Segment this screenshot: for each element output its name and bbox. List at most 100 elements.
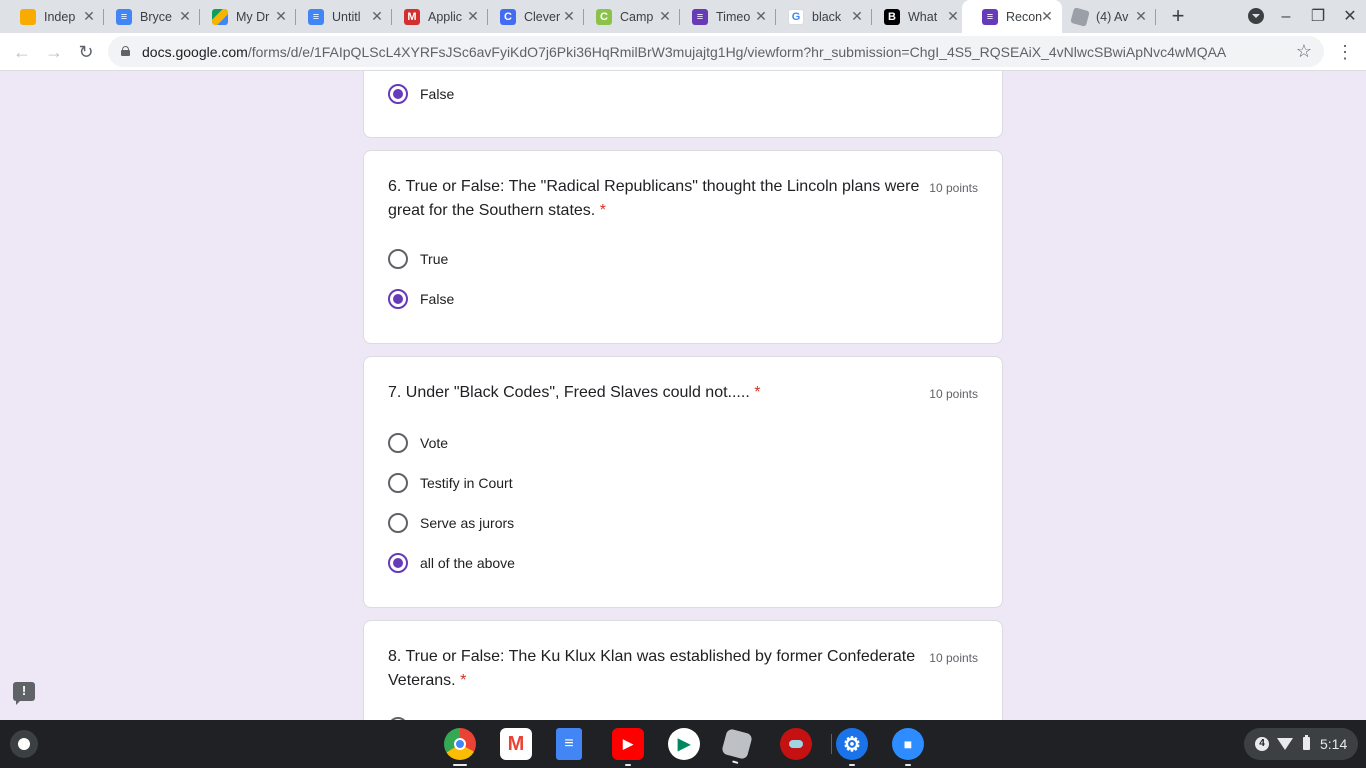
google-docs-icon: ≡ <box>308 8 324 25</box>
url-text[interactable]: docs.google.com/forms/d/e/1FAIpQLScL4XYR… <box>142 44 1226 60</box>
google-docs-icon[interactable]: ≡ <box>556 728 582 760</box>
tab-strip: Indep ✕ ≡ Bryce ✕ My Dr ✕ ≡ Untitl ✕ M A… <box>0 0 1366 33</box>
gmail-icon[interactable]: M <box>500 728 532 760</box>
shelf-separator <box>831 734 832 754</box>
close-icon[interactable]: ✕ <box>178 9 192 23</box>
points-label: 10 points <box>929 181 978 195</box>
tab-clever[interactable]: C Clever ✕ <box>480 0 584 33</box>
radio-button[interactable] <box>388 433 408 453</box>
back-icon[interactable]: ← <box>10 40 34 64</box>
radio-button[interactable] <box>388 249 408 269</box>
radio-button-checked[interactable] <box>388 553 408 573</box>
address-bar[interactable]: docs.google.com/forms/d/e/1FAIpQLScL4XYR… <box>108 36 1324 67</box>
notification-count-badge[interactable]: 4 <box>1255 737 1269 751</box>
tab-title: Clever <box>524 9 561 24</box>
radio-option-jurors[interactable]: Serve as jurors <box>388 513 514 533</box>
tab-applic[interactable]: M Applic ✕ <box>384 0 488 33</box>
tab-title: Untitl <box>332 9 361 24</box>
google-drive-icon <box>212 8 228 25</box>
url-host: docs.google.com <box>142 44 248 60</box>
tab-title: Indep <box>44 9 76 24</box>
roblox-icon <box>1070 6 1090 27</box>
option-label: False <box>420 86 455 102</box>
question-card-6: 6. True or False: The "Radical Republica… <box>363 150 1003 344</box>
clock-time: 5:14 <box>1320 736 1348 752</box>
required-marker: * <box>460 672 467 689</box>
question-title: 8. True or False: The Ku Klux Klan was e… <box>388 645 924 693</box>
menu-icon[interactable]: ⋮ <box>1336 42 1354 62</box>
tab-recon-active[interactable]: ≡ Recon ✕ <box>962 0 1062 33</box>
url-path: /forms/d/e/1FAIpQLScL4XYRFsJSc6avFyiKdO7… <box>247 44 1227 60</box>
forward-icon[interactable]: → <box>42 40 66 64</box>
launcher-icon[interactable] <box>10 730 38 758</box>
question-text: 6. True or False: The "Radical Republica… <box>388 178 920 219</box>
play-store-icon[interactable]: ▶ <box>668 728 700 760</box>
status-tray[interactable]: 4 5:14 <box>1244 728 1358 760</box>
close-icon[interactable]: ✕ <box>946 9 960 23</box>
option-label: Vote <box>420 435 449 451</box>
campus-icon: C <box>596 8 612 25</box>
tab-title: black <box>812 9 842 24</box>
tab-what[interactable]: B What ✕ <box>864 0 968 33</box>
tab-title: Camp <box>620 9 654 24</box>
tab-roblox[interactable]: (4) Av ✕ <box>1052 0 1156 33</box>
close-icon[interactable]: ✕ <box>274 9 288 23</box>
among-us-icon[interactable] <box>780 728 812 760</box>
radio-option-testify[interactable]: Testify in Court <box>388 473 513 493</box>
form-page: False 6. True or False: The "Radical Rep… <box>0 71 1366 720</box>
close-icon[interactable]: ✕ <box>850 9 864 23</box>
radio-button[interactable] <box>388 513 408 533</box>
radio-option-false[interactable]: False <box>388 84 454 104</box>
youtube-icon[interactable]: ▶ <box>612 728 644 766</box>
question-card-8: 8. True or False: The Ku Klux Klan was e… <box>363 620 1003 720</box>
google-docs-icon: ≡ <box>116 8 132 25</box>
settings-icon[interactable]: ⚙ <box>836 728 868 766</box>
radio-button-checked[interactable] <box>388 84 408 104</box>
radio-option-all[interactable]: all of the above <box>388 553 515 573</box>
radio-button-checked[interactable] <box>388 289 408 309</box>
lock-icon <box>121 46 130 56</box>
required-marker: * <box>754 384 761 401</box>
option-label: Serve as jurors <box>420 515 515 531</box>
option-label: False <box>420 291 455 307</box>
tab-untitled[interactable]: ≡ Untitl ✕ <box>288 0 392 33</box>
zoom-icon[interactable]: ■ <box>892 728 924 766</box>
close-window-icon[interactable]: ✕ <box>1340 7 1360 27</box>
wifi-icon <box>1277 738 1293 750</box>
close-icon[interactable]: ✕ <box>562 9 576 23</box>
tab-search-icon[interactable] <box>1248 8 1264 24</box>
question-card-partial: False <box>363 71 1003 138</box>
question-card-7: 7. Under "Black Codes", Freed Slaves cou… <box>363 356 1003 608</box>
radio-option-true[interactable]: True <box>388 249 448 269</box>
close-icon[interactable]: ✕ <box>1134 9 1148 23</box>
question-text: 7. Under "Black Codes", Freed Slaves cou… <box>388 384 750 401</box>
roblox-icon[interactable] <box>721 728 753 764</box>
required-marker: * <box>599 202 606 219</box>
browser-toolbar: ← → ↻ docs.google.com/forms/d/e/1FAIpQLS… <box>0 33 1366 71</box>
tab-my-drive[interactable]: My Dr ✕ <box>192 0 296 33</box>
bookmark-star-icon[interactable]: ☆ <box>1294 41 1314 61</box>
radio-option-vote[interactable]: Vote <box>388 433 448 453</box>
minimize-icon[interactable]: – <box>1276 7 1296 27</box>
radio-option-false[interactable]: False <box>388 289 454 309</box>
tab-camp[interactable]: C Camp ✕ <box>576 0 680 33</box>
points-label: 10 points <box>929 651 978 665</box>
reload-icon[interactable]: ↻ <box>74 40 98 64</box>
tab-timeo[interactable]: ≡ Timeo ✕ <box>672 0 776 33</box>
close-icon[interactable]: ✕ <box>466 9 480 23</box>
brainly-icon: B <box>884 8 900 25</box>
new-tab-button[interactable]: + <box>1167 5 1189 28</box>
report-feedback-icon[interactable]: ! <box>13 682 35 705</box>
chrome-icon[interactable] <box>444 728 476 766</box>
radio-button[interactable] <box>388 473 408 493</box>
google-classroom-icon <box>20 8 36 25</box>
tab-indep[interactable]: Indep ✕ <box>0 0 104 33</box>
tab-black[interactable]: G black ✕ <box>768 0 872 33</box>
close-icon[interactable]: ✕ <box>370 9 384 23</box>
close-icon[interactable]: ✕ <box>658 9 672 23</box>
close-icon[interactable]: ✕ <box>82 9 96 23</box>
restore-icon[interactable]: ❐ <box>1308 7 1328 27</box>
close-icon[interactable]: ✕ <box>754 9 768 23</box>
tab-bryce[interactable]: ≡ Bryce ✕ <box>96 0 200 33</box>
option-label: True <box>420 251 449 267</box>
